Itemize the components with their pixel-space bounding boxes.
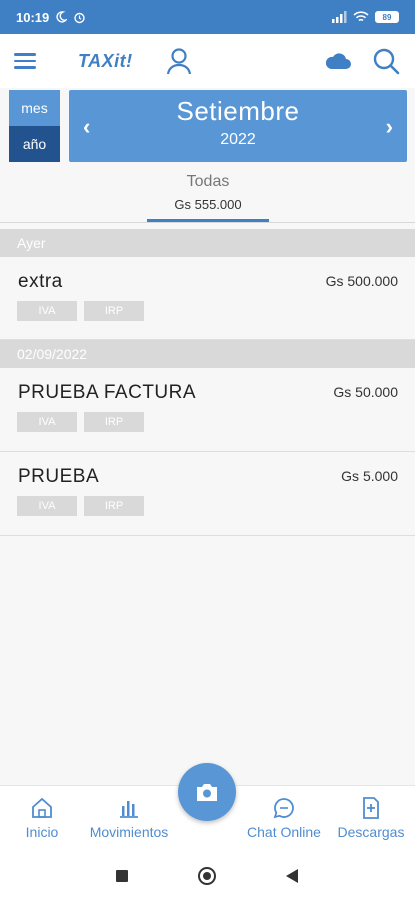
moon-icon xyxy=(56,11,68,23)
nav-chat-online[interactable]: Chat Online xyxy=(238,796,330,840)
tab-label: Todas xyxy=(186,173,230,190)
list-item[interactable]: extra Gs 500.000 IVA IRP xyxy=(0,257,415,340)
camera-button[interactable] xyxy=(178,763,236,821)
month-name: Setiembre xyxy=(176,96,300,126)
mode-toggle: mes año xyxy=(9,90,60,162)
tag-iva: IVA xyxy=(17,412,77,432)
nav-inicio[interactable]: Inicio xyxy=(14,796,70,840)
user-icon[interactable] xyxy=(163,45,195,77)
nav-chat-label: Chat Online xyxy=(247,824,321,840)
tag-irp: IRP xyxy=(84,412,144,432)
recents-icon[interactable] xyxy=(116,870,128,882)
tab-total: Gs 555.000 xyxy=(174,197,242,212)
year-label: 2022 xyxy=(220,131,256,148)
cloud-icon[interactable] xyxy=(323,49,353,73)
menu-icon[interactable] xyxy=(14,47,42,75)
entry-amount: Gs 500.000 xyxy=(325,273,398,289)
nav-movimientos-label: Movimientos xyxy=(89,824,169,840)
system-nav-bar xyxy=(0,851,415,900)
list-item[interactable]: PRUEBA FACTURA Gs 50.000 IVA IRP xyxy=(0,368,415,452)
list-item[interactable]: PRUEBA Gs 5.000 IVA IRP xyxy=(0,452,415,536)
app-bar: TAXit! xyxy=(0,34,415,88)
divider xyxy=(0,222,415,223)
bar-chart-icon xyxy=(120,801,138,818)
nav-descargas-label: Descargas xyxy=(337,824,405,840)
camera-icon xyxy=(197,784,217,801)
home-system-icon[interactable] xyxy=(198,867,216,885)
mode-month-button[interactable]: mes xyxy=(9,90,60,126)
month-card: ‹ Setiembre 2022 › xyxy=(69,90,407,162)
section-header: Ayer xyxy=(0,229,415,257)
battery-icon: 89 xyxy=(375,11,399,23)
period-selector: mes año ‹ Setiembre 2022 › xyxy=(9,90,407,162)
entry-name: PRUEBA xyxy=(18,466,100,487)
entry-amount: Gs 5.000 xyxy=(341,468,398,484)
signal-icon xyxy=(332,11,347,23)
tag-iva: IVA xyxy=(17,301,77,321)
chat-icon xyxy=(273,798,294,819)
nav-inicio-label: Inicio xyxy=(25,824,59,840)
tag-iva: IVA xyxy=(17,496,77,516)
wifi-icon xyxy=(353,11,369,22)
tag-irp: IRP xyxy=(84,496,144,516)
alarm-icon xyxy=(74,12,85,23)
section-header: 02/09/2022 xyxy=(0,340,415,368)
status-bar: 10:19 89 xyxy=(0,0,415,34)
nav-movimientos[interactable]: Movimientos xyxy=(80,796,178,840)
tag-irp: IRP xyxy=(84,301,144,321)
entry-name: PRUEBA FACTURA xyxy=(18,382,197,403)
search-icon[interactable] xyxy=(371,46,401,76)
back-icon[interactable] xyxy=(286,869,298,883)
chevron-right-icon[interactable]: › xyxy=(386,114,393,140)
nav-descargas[interactable]: Descargas xyxy=(332,796,410,840)
entry-amount: Gs 50.000 xyxy=(333,384,398,400)
tab-todas[interactable]: Todas Gs 555.000 xyxy=(147,170,269,222)
mode-year-button[interactable]: año xyxy=(9,126,60,162)
entry-name: extra xyxy=(18,271,63,292)
download-icon xyxy=(363,797,379,819)
home-icon xyxy=(32,797,52,818)
app-logo: TAXit! xyxy=(78,50,133,71)
status-time: 10:19 xyxy=(16,9,50,25)
